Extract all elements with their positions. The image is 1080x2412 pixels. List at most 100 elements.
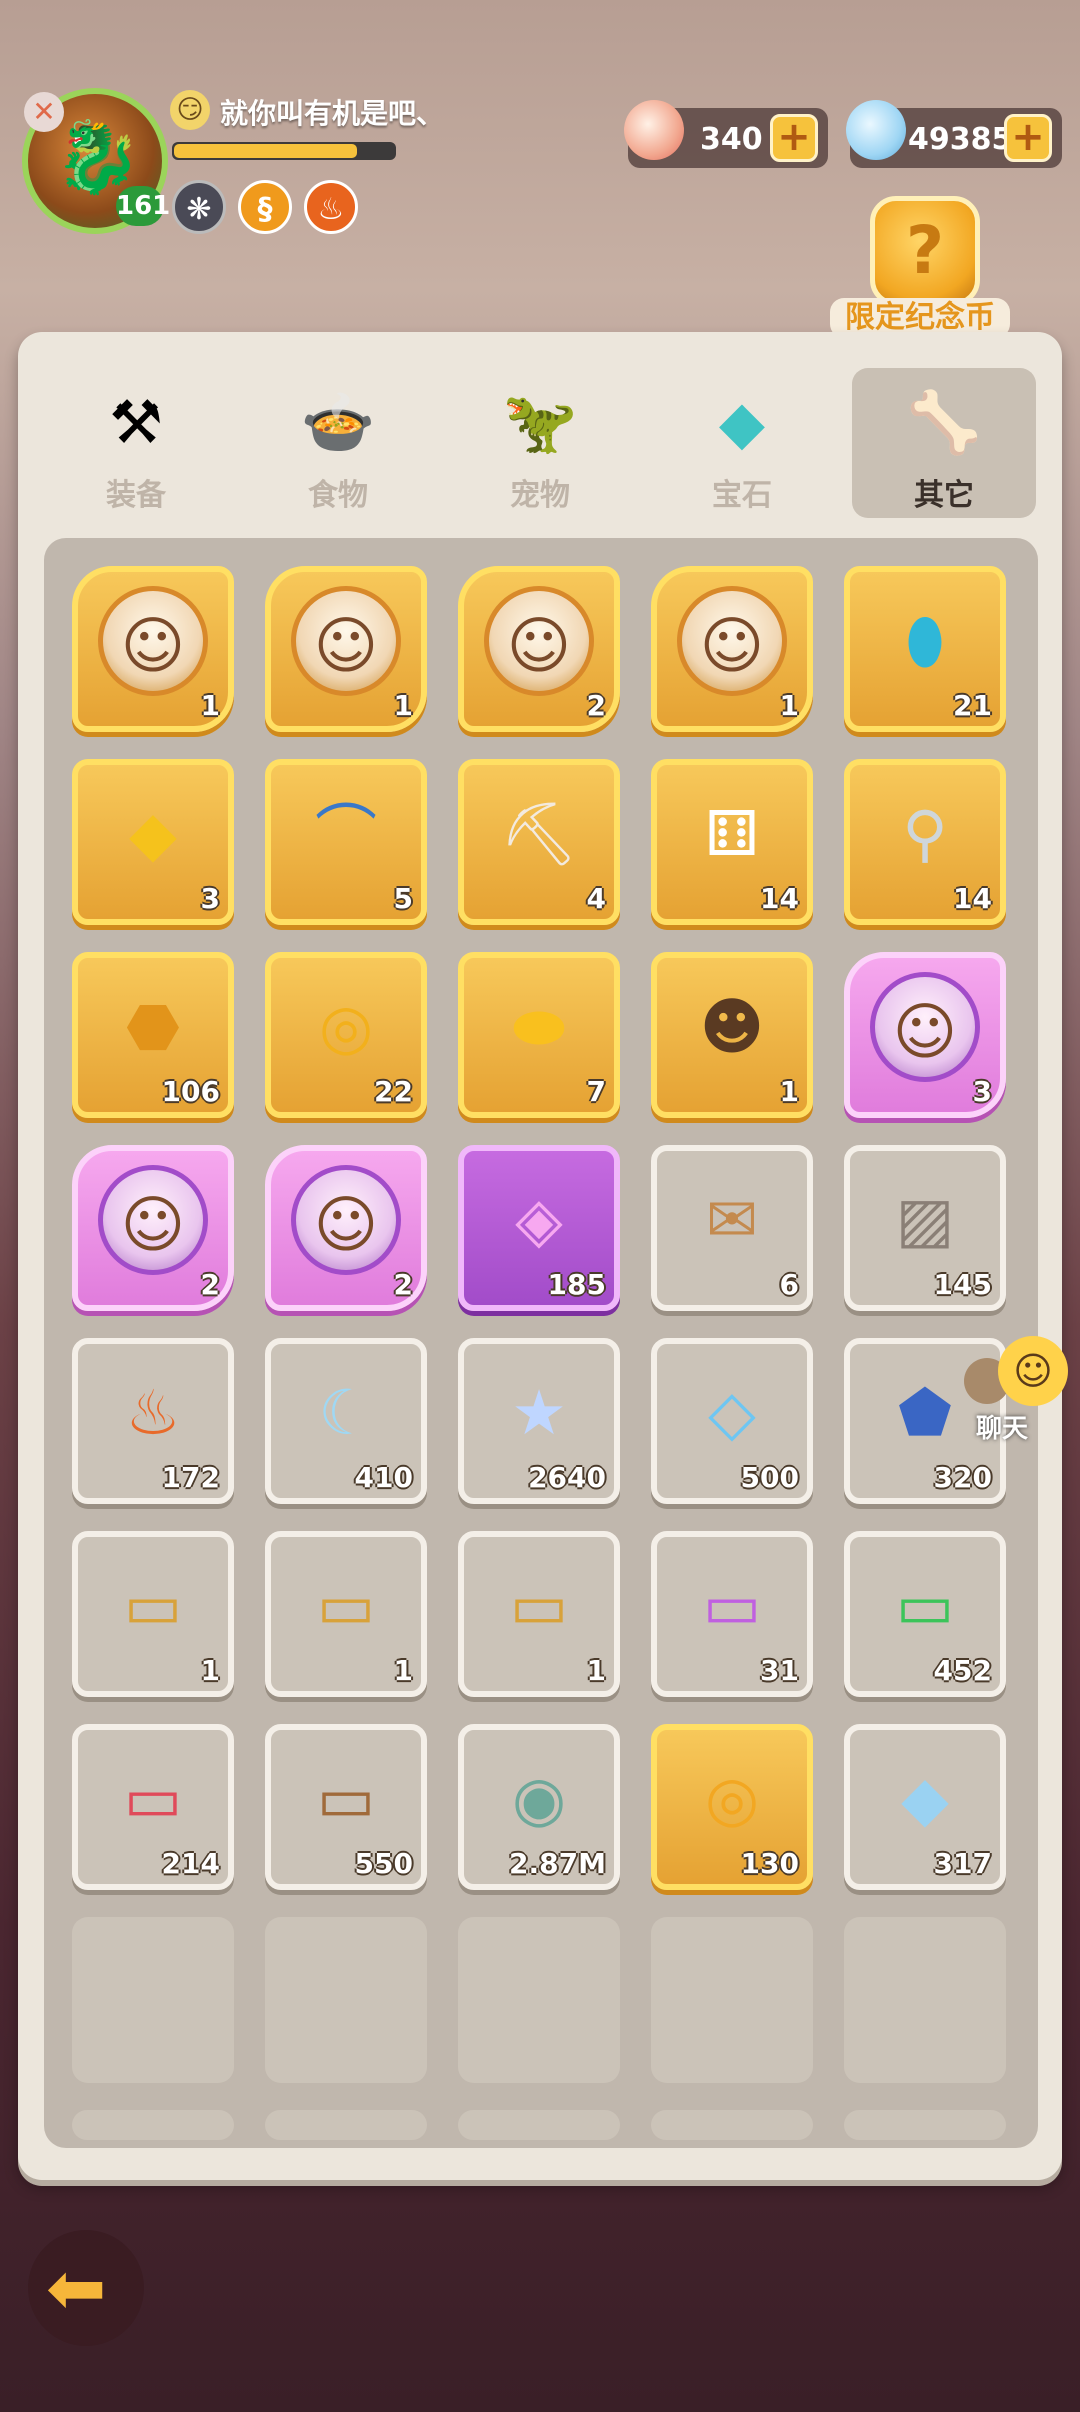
- cake-coin-icon: ⬣: [125, 990, 181, 1063]
- item-count: 2: [586, 689, 606, 722]
- item-count: 550: [354, 1847, 413, 1880]
- tab-other[interactable]: 🦴 其它: [852, 368, 1036, 518]
- item-slot[interactable]: ▭ 1: [72, 1531, 234, 1697]
- map-scroll-icon: ✉: [706, 1183, 758, 1256]
- brown-card-icon: ▭: [316, 1762, 376, 1835]
- item-count: 3: [200, 882, 220, 915]
- tab-food[interactable]: 🍲 食物: [246, 368, 430, 518]
- question-coin-icon: ?: [870, 196, 980, 306]
- item-count: 1: [393, 689, 413, 722]
- pink-crystal-icon: ◈: [515, 1183, 563, 1256]
- item-slot[interactable]: ▨ 145: [844, 1145, 1006, 1311]
- red-card-icon: ▭: [123, 1762, 183, 1835]
- tab-pet[interactable]: 🦖 宠物: [448, 368, 632, 518]
- item-slot[interactable]: ▭ 452: [844, 1531, 1006, 1697]
- tab-label: 其它: [914, 478, 974, 513]
- portrait-blue-hood-icon: ☺: [291, 586, 401, 696]
- item-slot[interactable]: ◇ 500: [651, 1338, 813, 1504]
- purple-card-icon: ▭: [702, 1569, 762, 1642]
- blue-gem-icon: ⬮: [905, 604, 945, 677]
- item-count: 410: [354, 1461, 413, 1494]
- swirl-coin-icon: ◎: [318, 990, 374, 1063]
- item-slot[interactable]: ◎ 22: [265, 952, 427, 1118]
- chat-button[interactable]: ☺ 聊天: [964, 1336, 1074, 1446]
- item-slot[interactable]: ☺ 2: [72, 1145, 234, 1311]
- item-count: 317: [933, 1847, 992, 1880]
- item-slot[interactable]: ▭ 1: [265, 1531, 427, 1697]
- gold-ore-icon: ◆: [129, 797, 177, 870]
- item-slot[interactable]: ☺ 1: [72, 566, 234, 732]
- item-slot[interactable]: ◉ 2.87M: [458, 1724, 620, 1890]
- green-card-icon: ▭: [895, 1569, 955, 1642]
- item-slot[interactable]: ☺ 2: [458, 566, 620, 732]
- item-count: 31: [760, 1654, 799, 1687]
- item-count: 14: [760, 882, 799, 915]
- item-slot[interactable]: ☻ 1: [651, 952, 813, 1118]
- item-slot[interactable]: ⚲ 14: [844, 759, 1006, 925]
- smiley-icon: 😏: [170, 90, 210, 130]
- limited-coin-button[interactable]: ? 限定纪念币: [830, 196, 1010, 346]
- back-button[interactable]: ⬅: [28, 2230, 144, 2346]
- item-slot[interactable]: ☾ 410: [265, 1338, 427, 1504]
- item-slot[interactable]: ⬮ 21: [844, 566, 1006, 732]
- portrait-white-hair-icon: ☺: [98, 586, 208, 696]
- amber-icon: ⬬: [512, 990, 566, 1063]
- item-count: 1: [393, 1654, 413, 1687]
- tab-label: 宠物: [510, 478, 570, 513]
- item-slot[interactable]: ☺ 1: [265, 566, 427, 732]
- item-count: 106: [161, 1075, 220, 1108]
- item-count: 6: [779, 1268, 799, 1301]
- caveman-card-icon: ☻: [699, 990, 765, 1063]
- item-count: 145: [933, 1268, 992, 1301]
- xp-bar: [172, 142, 396, 160]
- magnifier-icon: ⚲: [902, 797, 948, 870]
- item-count: 2640: [528, 1461, 606, 1494]
- empty-slot: [458, 2110, 620, 2140]
- blue-prism-icon: ◇: [708, 1376, 756, 1449]
- gem-icon: ◆: [718, 388, 766, 458]
- horn-card-icon: ▭: [123, 1569, 183, 1642]
- tab-label: 食物: [308, 478, 368, 513]
- add-crystal-button[interactable]: +: [1004, 114, 1052, 162]
- badge-icon-2[interactable]: §: [238, 180, 292, 234]
- tab-gem[interactable]: ◆ 宝石: [650, 368, 834, 518]
- item-slot[interactable]: ☺ 1: [651, 566, 813, 732]
- item-slot[interactable]: ◎ 130: [651, 1724, 813, 1890]
- tab-equipment[interactable]: ⚒ 装备: [44, 368, 228, 518]
- crystal-currency: 493857 +: [846, 100, 1062, 168]
- add-shell-button[interactable]: +: [770, 114, 818, 162]
- empty-slot: [844, 1917, 1006, 2083]
- tab-label: 宝石: [712, 478, 772, 513]
- item-count: 2: [200, 1268, 220, 1301]
- item-slot[interactable]: ▭ 31: [651, 1531, 813, 1697]
- item-slot[interactable]: ⌒ 5: [265, 759, 427, 925]
- item-count: 5: [393, 882, 413, 915]
- item-slot[interactable]: ☺ 3: [844, 952, 1006, 1118]
- item-slot[interactable]: ◈ 185: [458, 1145, 620, 1311]
- crystal-icon: [846, 100, 906, 160]
- shell-amount: 340: [700, 122, 763, 157]
- item-slot[interactable]: ◆ 3: [72, 759, 234, 925]
- item-slot[interactable]: ▭ 550: [265, 1724, 427, 1890]
- item-slot[interactable]: ★ 2640: [458, 1338, 620, 1504]
- chat-face-icon: ☺: [998, 1336, 1068, 1406]
- portrait-red-hair-icon: ☺: [484, 586, 594, 696]
- item-slot[interactable]: ✉ 6: [651, 1145, 813, 1311]
- portrait-old-man-icon: ☺: [98, 1165, 208, 1275]
- item-slot[interactable]: ⚅ 14: [651, 759, 813, 925]
- portrait-blonde-icon: ☺: [677, 586, 787, 696]
- item-slot[interactable]: ♨ 172: [72, 1338, 234, 1504]
- badge-icon-1[interactable]: ❋: [172, 180, 226, 234]
- item-count: 452: [933, 1654, 992, 1687]
- item-slot[interactable]: ▭ 1: [458, 1531, 620, 1697]
- item-slot[interactable]: ▭ 214: [72, 1724, 234, 1890]
- close-icon[interactable]: ✕: [24, 92, 64, 132]
- item-slot[interactable]: ◆ 317: [844, 1724, 1006, 1890]
- badge-icon-3[interactable]: ♨: [304, 180, 358, 234]
- item-slot[interactable]: ☺ 2: [265, 1145, 427, 1311]
- back-arrow-icon: ⬅: [46, 2246, 107, 2330]
- item-slot[interactable]: ⬣ 106: [72, 952, 234, 1118]
- item-slot[interactable]: ⬬ 7: [458, 952, 620, 1118]
- empty-slot: [651, 1917, 813, 2083]
- item-slot[interactable]: ⛏ 4: [458, 759, 620, 925]
